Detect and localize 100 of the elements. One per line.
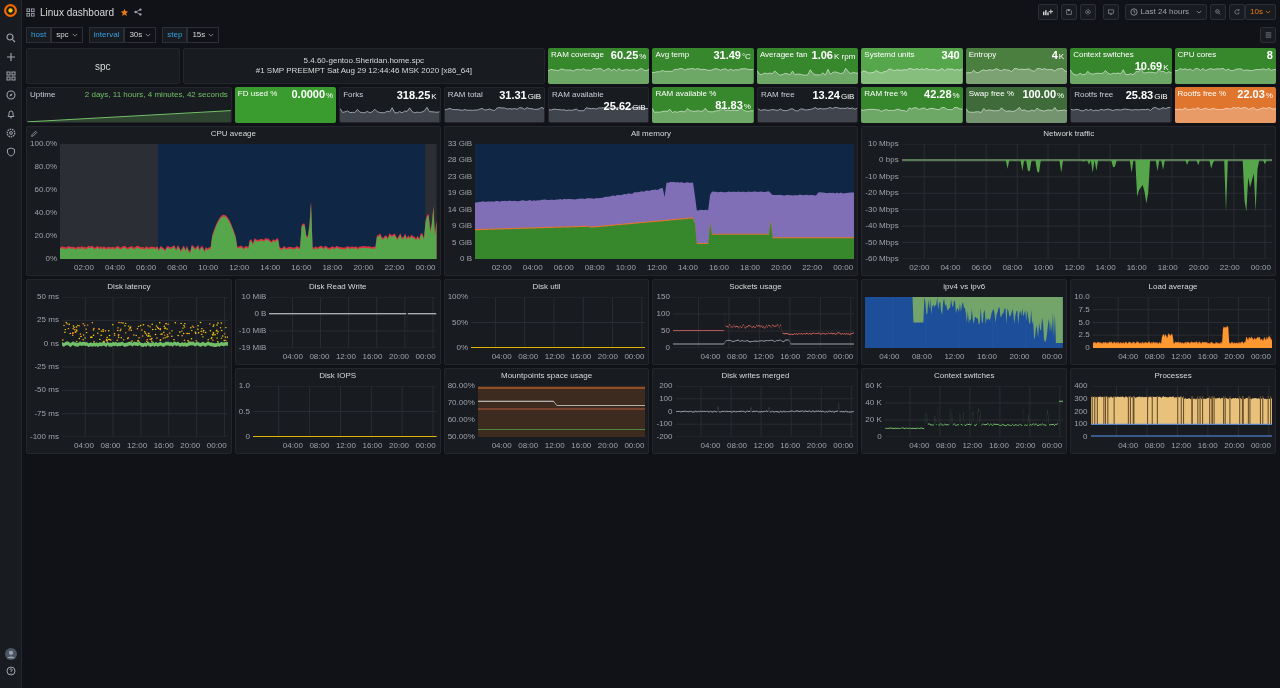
axis-label: 7.5 — [1078, 305, 1090, 314]
dashboards-icon[interactable] — [5, 71, 16, 81]
variable-dropdown[interactable]: 15s — [187, 27, 220, 43]
refresh-interval-picker[interactable]: 10s — [1245, 4, 1276, 20]
axis-label: 200 — [659, 382, 673, 390]
axis-label: 18:00 — [740, 263, 761, 273]
axis-label: 0 — [668, 407, 673, 416]
axis-label: 04:00 — [940, 263, 961, 273]
axis-label: 22:00 — [802, 263, 823, 273]
bell-icon[interactable] — [5, 109, 16, 119]
stat-value: 60.25% — [610, 49, 647, 63]
chart-title: Disk writes merged — [720, 370, 791, 382]
axis-label: 16:00 — [362, 352, 383, 362]
axis-label: 04:00 — [1118, 441, 1139, 451]
axis-label: 5.0 — [1078, 318, 1090, 327]
star-icon[interactable] — [119, 7, 129, 17]
settings-icon[interactable] — [5, 128, 16, 138]
stat-value: 318.25 K — [396, 89, 437, 103]
axis-label: 0 B — [254, 310, 267, 318]
edit-icon[interactable] — [30, 130, 38, 138]
axis-label: 0 ns — [43, 339, 59, 348]
axis-label: 04:00 — [1118, 352, 1139, 362]
plus-icon[interactable] — [5, 52, 16, 62]
axis-label: -25 ms — [34, 363, 59, 371]
axis-label: -60 Mbps — [865, 254, 899, 263]
axis-label: 0.5 — [238, 407, 250, 416]
stat-title: RAM free — [760, 89, 795, 100]
axis-label: 100 — [659, 394, 673, 403]
axis-label: 28 GiB — [447, 156, 473, 165]
search-icon[interactable] — [5, 33, 16, 43]
shield-icon[interactable] — [5, 147, 16, 157]
stat-title: Avg temp — [655, 49, 690, 60]
axis-label: 08:00 — [167, 263, 188, 273]
axis-label: 23 GiB — [447, 172, 473, 181]
tv-mode-button[interactable] — [1102, 4, 1119, 20]
axis-label: 12:00 — [1171, 352, 1192, 362]
axis-label: -100 ms — [30, 432, 59, 441]
stat-value: 2 days, 11 hours, 4 minutes, 42 seconds — [84, 89, 228, 100]
axis-label: 16:00 — [1197, 352, 1218, 362]
logo-icon[interactable] — [4, 4, 17, 17]
avatar-icon[interactable] — [4, 648, 17, 660]
variable-dropdown[interactable]: spc — [51, 27, 83, 43]
share-icon[interactable] — [133, 8, 142, 16]
axis-label: 02:00 — [74, 263, 95, 273]
settings-button[interactable] — [1079, 4, 1096, 20]
axis-label: 04:00 — [282, 441, 303, 451]
axis-label: 50.00% — [447, 433, 475, 441]
axis-label: 60.0% — [34, 186, 58, 194]
save-button[interactable] — [1060, 4, 1077, 20]
axis-label: 18:00 — [1157, 263, 1178, 273]
axis-label: 08:00 — [309, 352, 330, 362]
axis-label: 0% — [456, 344, 469, 352]
axis-label: 08:00 — [935, 441, 956, 451]
axis-label: 12:00 — [127, 441, 148, 451]
axis-label: 00:00 — [1042, 352, 1063, 362]
time-range-picker[interactable]: Last 24 hours — [1124, 4, 1208, 20]
axis-label: 20:00 — [1009, 352, 1030, 362]
axis-label: 08:00 — [518, 352, 539, 362]
axis-label: 04:00 — [700, 441, 721, 451]
axis-label: 12:00 — [335, 352, 356, 362]
caret-icon — [145, 33, 152, 37]
axis-label: -40 Mbps — [865, 222, 899, 231]
axis-label: 00:00 — [415, 441, 436, 451]
compass-icon[interactable] — [5, 90, 16, 100]
axis-label: -200 — [656, 433, 673, 441]
axis-label: 20:00 — [1224, 352, 1245, 362]
axis-label: 20:00 — [597, 441, 618, 451]
axis-label: 08:00 — [584, 263, 605, 273]
axis-label: 04:00 — [282, 352, 303, 362]
stat-title: FD used % — [237, 88, 278, 99]
axis-label: 00:00 — [1042, 441, 1063, 451]
axis-label: 50 — [660, 327, 670, 335]
axis-label: 16:00 — [780, 352, 801, 362]
axis-label: 16:00 — [780, 441, 801, 451]
add-panel-button[interactable] — [1037, 4, 1058, 20]
dashboard-title[interactable]: Linux dashboard — [40, 4, 114, 20]
axis-label: 08:00 — [1144, 352, 1165, 362]
caret-icon — [1265, 10, 1271, 14]
variable-dropdown[interactable]: 30s — [124, 27, 157, 43]
clock-icon — [1129, 8, 1138, 16]
zoom-out-button[interactable] — [1210, 4, 1227, 20]
axis-label: 22:00 — [384, 263, 405, 273]
axis-label: 04:00 — [522, 263, 543, 273]
axis-label: 00:00 — [833, 441, 854, 451]
axis-label: 08:00 — [1144, 441, 1165, 451]
axis-label: 04:00 — [74, 441, 95, 451]
axis-label: 100 — [656, 310, 670, 318]
stat-title: Rootfs free % — [1177, 88, 1227, 99]
axis-label: 20:00 — [1224, 441, 1245, 451]
axis-label: 04:00 — [700, 352, 721, 362]
chart-title: Network traffic — [1042, 128, 1096, 140]
axis-label: 200 — [1074, 407, 1088, 416]
stat-value: 0.0000% — [291, 88, 334, 102]
axis-label: 12:00 — [753, 352, 774, 362]
axis-label: 60 K — [865, 382, 882, 390]
help-icon[interactable] — [5, 666, 16, 676]
axis-label: 9 GiB — [452, 222, 473, 231]
stat-title: Averagee fan — [759, 49, 808, 60]
axis-label: 20:00 — [771, 263, 792, 273]
caret-icon — [71, 33, 78, 37]
